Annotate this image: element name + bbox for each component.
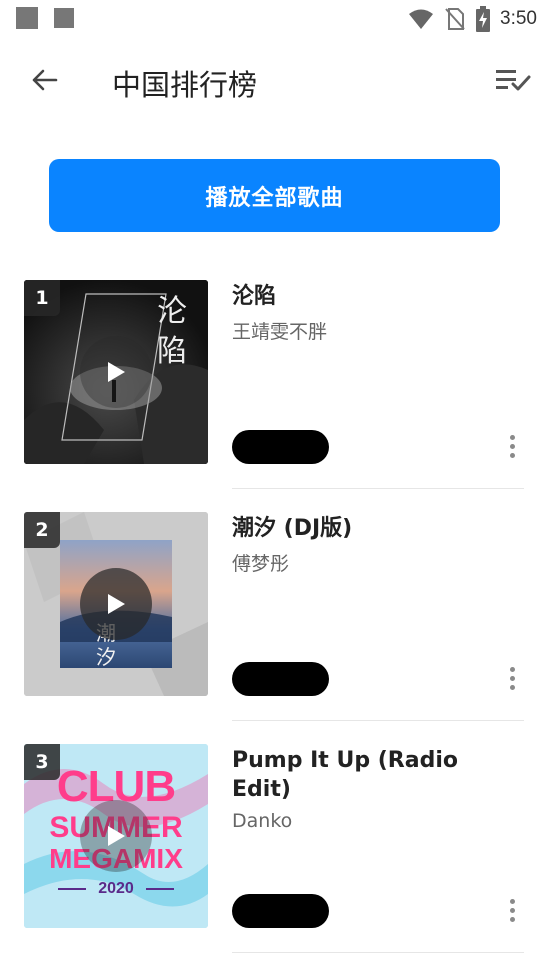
row-divider	[232, 720, 524, 721]
row-divider	[232, 952, 524, 953]
album-cover[interactable]: CLUB SUMMER MEGAMIX 2020 3	[24, 744, 208, 928]
song-tag-pill	[232, 894, 329, 928]
song-row[interactable]: CLUB SUMMER MEGAMIX 2020 3 Pump It Up (R…	[0, 744, 549, 976]
wifi-icon	[409, 9, 434, 29]
svg-text:汐: 汐	[96, 645, 116, 669]
play-overlay-button[interactable]	[80, 336, 152, 408]
cover-text: 沦陷	[157, 294, 187, 369]
playlist-check-icon	[496, 70, 531, 91]
rank-badge: 2	[24, 512, 60, 548]
playlist-sort-button[interactable]	[491, 58, 535, 102]
song-title: 潮汐 (DJ版)	[232, 516, 353, 541]
more-vertical-icon	[509, 898, 515, 904]
play-overlay-button[interactable]	[80, 568, 152, 640]
page-title: 中国排行榜	[112, 68, 258, 102]
song-artist: Danko	[232, 810, 293, 832]
song-title: 沦陷	[232, 284, 277, 309]
play-all-button[interactable]: 播放全部歌曲	[49, 159, 500, 232]
song-artist: 傅梦彤	[232, 553, 290, 575]
album-cover[interactable]: 沦陷 1	[24, 280, 208, 464]
back-button[interactable]	[22, 58, 66, 102]
play-icon	[108, 362, 125, 382]
more-options-button[interactable]	[496, 430, 528, 462]
cover-text-line: 2020	[98, 880, 134, 897]
app-bar: 中国排行榜	[0, 44, 549, 116]
play-icon	[108, 594, 125, 614]
arrow-left-icon	[32, 69, 58, 91]
battery-charging-icon	[476, 6, 491, 32]
more-vertical-icon	[509, 434, 515, 440]
more-options-button[interactable]	[496, 894, 528, 926]
rank-badge: 3	[24, 744, 60, 780]
notification-square-icon	[54, 8, 74, 28]
play-overlay-button[interactable]	[80, 800, 152, 872]
status-time: 3:50	[500, 8, 537, 29]
no-sim-icon	[445, 8, 465, 30]
more-options-button[interactable]	[496, 662, 528, 694]
status-bar: 3:50	[0, 0, 549, 38]
status-bar-right: 3:50	[408, 5, 537, 33]
song-tag-pill	[232, 430, 329, 464]
song-tag-pill	[232, 662, 329, 696]
play-icon	[108, 826, 125, 846]
rank-badge: 1	[24, 280, 60, 316]
more-vertical-icon	[509, 666, 515, 672]
song-artist: 王靖雯不胖	[232, 321, 328, 343]
album-cover[interactable]: 潮 汐 2	[24, 512, 208, 696]
notification-square-icon	[16, 7, 38, 29]
song-row[interactable]: 沦陷 1 沦陷 王靖雯不胖	[0, 280, 549, 512]
song-title: Pump It Up (Radio Edit)	[232, 748, 458, 802]
row-divider	[232, 488, 524, 489]
song-row[interactable]: 潮 汐 2 潮汐 (DJ版) 傅梦彤	[0, 512, 549, 744]
